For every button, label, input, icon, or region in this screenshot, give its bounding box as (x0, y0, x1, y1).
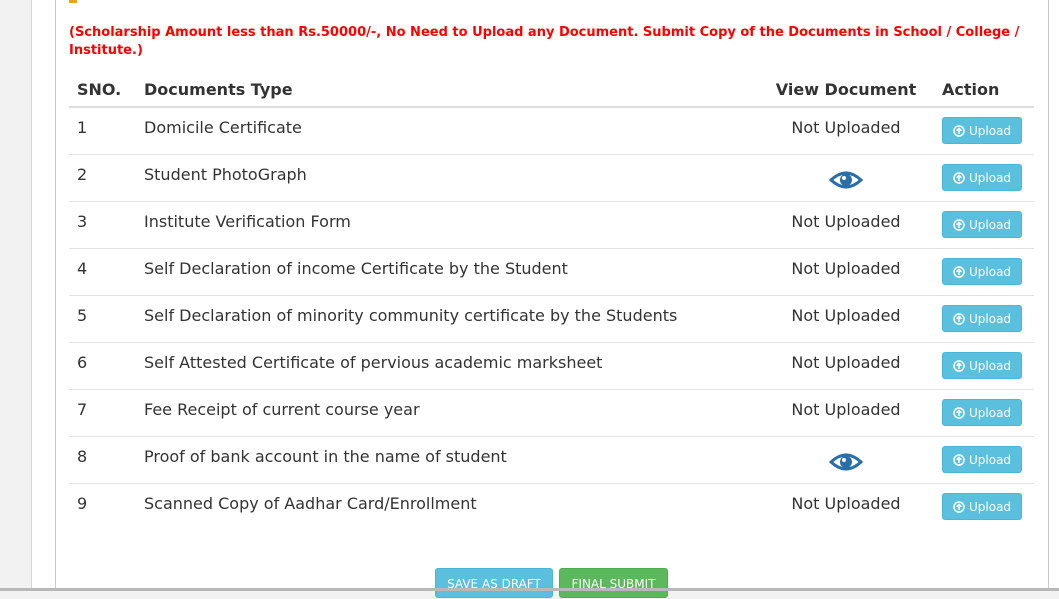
table-row: 5 Self Declaration of minority community … (69, 295, 1034, 343)
table-row: 8 Proof of bank account in the name of st… (69, 436, 1034, 484)
upload-button-label: Upload (969, 264, 1012, 279)
row-view-document (758, 436, 934, 484)
upload-button-label: Upload (969, 217, 1012, 232)
final-submit-button[interactable]: FINAL SUBMIT (559, 568, 668, 598)
row-document-type: Domicile Certificate (144, 118, 302, 137)
row-sno: 9 (69, 483, 136, 530)
upload-button-label: Upload (969, 123, 1012, 138)
upload-arrow-icon (953, 218, 965, 231)
documents-table-body: 1 Domicile Certificate Not Uploaded Upload 2… (69, 107, 1034, 530)
row-view-document (758, 154, 934, 202)
header-sno: SNO. (69, 72, 136, 108)
row-sno: 2 (69, 154, 136, 202)
upload-button-label: Upload (969, 452, 1012, 467)
upload-arrow-icon (953, 453, 965, 466)
upload-button[interactable]: Upload (942, 493, 1023, 520)
upload-arrow-icon (953, 312, 965, 325)
upload-button[interactable]: Upload (942, 258, 1023, 285)
row-sno: 8 (69, 436, 136, 484)
upload-arrow-icon (953, 265, 965, 278)
table-row: 3 Institute Verification Form Not Uploaded… (69, 201, 1034, 249)
table-row: 2 Student PhotoGraph Upload (69, 154, 1034, 202)
table-row: 6 Self Attested Certificate of pervious a… (69, 342, 1034, 390)
eye-icon[interactable] (828, 169, 864, 195)
table-row: 9 Scanned Copy of Aadhar Card/Enrollment N… (69, 483, 1034, 530)
row-view-status: Not Uploaded (791, 118, 901, 137)
row-sno: 6 (69, 342, 136, 390)
table-row: 1 Domicile Certificate Not Uploaded Upload (69, 107, 1034, 155)
section-accent (69, 0, 77, 3)
save-as-draft-button[interactable]: SAVE AS DRAFT (435, 568, 553, 598)
row-action: Upload (934, 107, 1034, 155)
row-action: Upload (934, 154, 1034, 202)
scholarship-notice: (Scholarship Amount less than Rs.50000/-… (69, 25, 1020, 58)
upload-arrow-icon (953, 406, 965, 419)
row-sno: 4 (69, 248, 136, 296)
header-documents-type: Documents Type (136, 72, 758, 108)
upload-button-label: Upload (969, 311, 1012, 326)
header-view-document: View Document (758, 72, 934, 108)
upload-button[interactable]: Upload (942, 446, 1023, 473)
upload-button-label: Upload (969, 358, 1012, 373)
upload-arrow-icon (953, 171, 965, 184)
row-document-type: Institute Verification Form (136, 201, 758, 249)
row-view-status: Not Uploaded (758, 342, 934, 390)
upload-arrow-icon (953, 500, 965, 513)
row-action: Upload (934, 201, 1034, 249)
row-document-type: Fee Receipt of current course year (136, 389, 758, 437)
row-action: Upload (934, 483, 1034, 530)
row-action: Upload (934, 436, 1034, 484)
upload-button[interactable]: Upload (942, 117, 1023, 144)
row-view-status: Not Uploaded (758, 389, 934, 437)
row-document-type: Self Attested Certificate of pervious ac… (136, 342, 758, 390)
upload-button-label: Upload (969, 170, 1012, 185)
table-row: 4 Self Declaration of income Certificate … (69, 248, 1034, 296)
row-document-type: Self Declaration of income Certificate b… (136, 248, 758, 296)
header-action: Action (934, 72, 1034, 108)
upload-button[interactable]: Upload (942, 399, 1023, 426)
upload-button-label: Upload (969, 499, 1012, 514)
row-action: Upload (934, 389, 1034, 437)
table-header-row: SNO. Documents Type View Document Action (69, 72, 1034, 108)
upload-arrow-icon (953, 359, 965, 372)
upload-button[interactable]: Upload (942, 305, 1023, 332)
row-sno: 7 (69, 389, 136, 437)
row-action: Upload (934, 342, 1034, 390)
upload-button[interactable]: Upload (942, 211, 1023, 238)
row-sno: 3 (69, 201, 136, 249)
row-view-status: Not Uploaded (758, 201, 934, 249)
table-row: 7 Fee Receipt of current course year Not U… (69, 389, 1034, 437)
row-sno: 1 (77, 118, 88, 137)
row-document-type: Proof of bank account in the name of stu… (136, 436, 758, 484)
row-action: Upload (934, 248, 1034, 296)
row-view-status: Not Uploaded (758, 295, 934, 343)
row-view-status: Not Uploaded (758, 248, 934, 296)
eye-icon[interactable] (828, 451, 864, 477)
upload-arrow-icon (953, 124, 965, 137)
documents-table: SNO. Documents Type View Document Action… (69, 72, 1034, 530)
row-sno: 5 (69, 295, 136, 343)
upload-button[interactable]: Upload (942, 164, 1023, 191)
row-document-type: Self Declaration of minority community c… (136, 295, 758, 343)
row-document-type: Student PhotoGraph (136, 154, 758, 202)
upload-button-label: Upload (969, 405, 1012, 420)
row-view-status: Not Uploaded (758, 483, 934, 530)
row-action: Upload (934, 295, 1034, 343)
row-document-type: Scanned Copy of Aadhar Card/Enrollment (136, 483, 758, 530)
upload-button[interactable]: Upload (942, 352, 1023, 379)
